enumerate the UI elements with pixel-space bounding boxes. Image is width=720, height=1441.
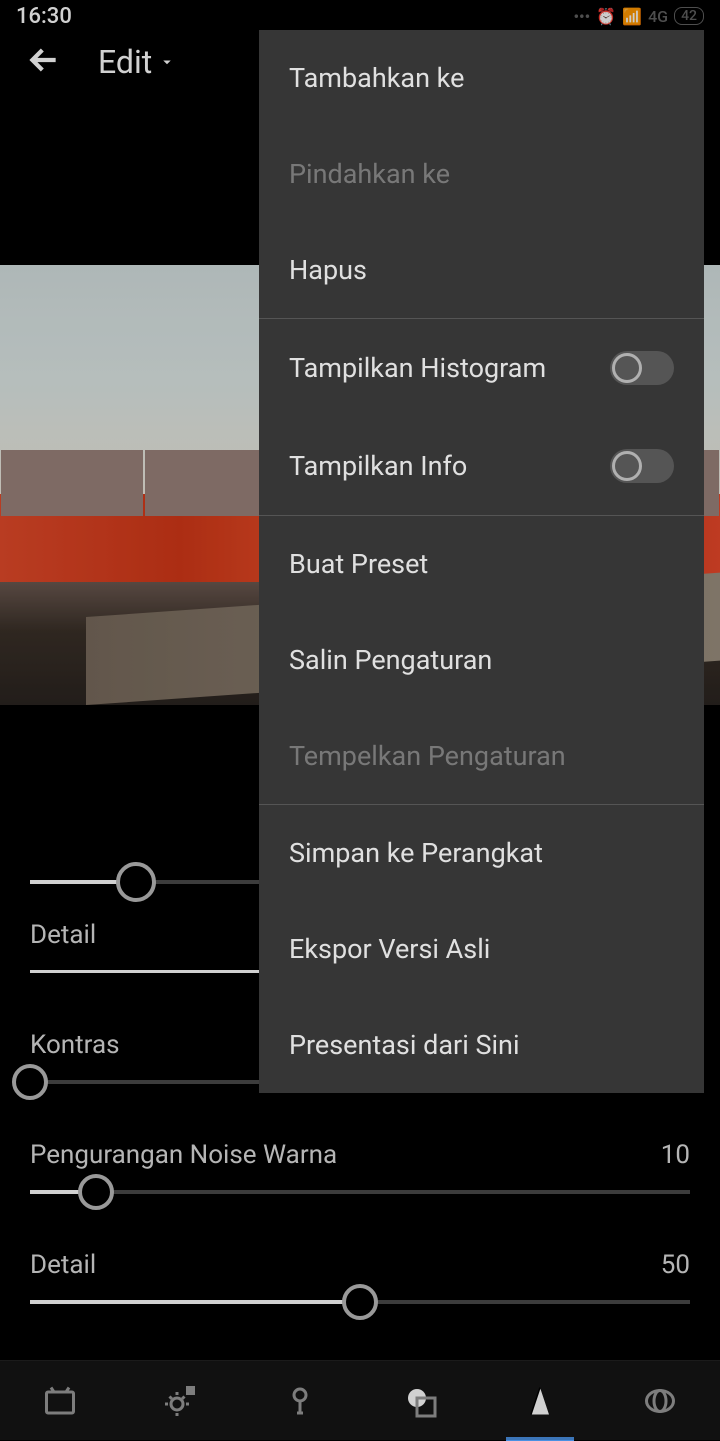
tool-optics[interactable]	[636, 1377, 684, 1425]
detail2-label: Detail	[30, 1250, 96, 1280]
network-label: 4G	[648, 7, 668, 26]
overflow-menu: Tambahkan ke Pindahkan ke Hapus Tampilka…	[259, 30, 704, 1093]
status-right: ••• ⏰ 📶 4G 42	[573, 7, 704, 26]
tool-light[interactable]	[156, 1377, 204, 1425]
back-button[interactable]	[24, 40, 64, 84]
chevron-down-icon	[158, 53, 176, 71]
menu-create-preset[interactable]: Buat Preset	[259, 516, 704, 612]
more-icon: •••	[573, 7, 590, 26]
status-time: 16:30	[16, 4, 72, 29]
status-bar: 16:30 ••• ⏰ 📶 4G 42	[0, 0, 720, 32]
bottom-toolbar	[0, 1360, 720, 1440]
battery-indicator: 42	[674, 7, 704, 25]
menu-export-original[interactable]: Ekspor Versi Asli	[259, 901, 704, 997]
toggle-info[interactable]	[610, 449, 674, 483]
menu-show-info[interactable]: Tampilkan Info	[259, 417, 704, 515]
menu-paste-settings: Tempelkan Pengaturan	[259, 708, 704, 804]
tool-presets[interactable]	[36, 1377, 84, 1425]
detail2-value: 50	[661, 1250, 690, 1280]
signal-icon: 📶	[622, 7, 642, 26]
kontras-label: Kontras	[30, 1030, 120, 1060]
noise-color-label: Pengurangan Noise Warna	[30, 1140, 337, 1170]
tool-color[interactable]	[276, 1377, 324, 1425]
noise-color-value: 10	[661, 1140, 690, 1170]
toggle-histogram[interactable]	[610, 351, 674, 385]
menu-present-from-here[interactable]: Presentasi dari Sini	[259, 997, 704, 1093]
menu-add-to[interactable]: Tambahkan ke	[259, 30, 704, 126]
menu-delete[interactable]: Hapus	[259, 222, 704, 318]
menu-move-to: Pindahkan ke	[259, 126, 704, 222]
slider-detail2[interactable]: Detail 50	[30, 1250, 690, 1350]
menu-save-to-device[interactable]: Simpan ke Perangkat	[259, 805, 704, 901]
slider-noise-color[interactable]: Pengurangan Noise Warna 10	[30, 1140, 690, 1240]
alarm-icon: ⏰	[596, 7, 616, 26]
menu-show-histogram[interactable]: Tampilkan Histogram	[259, 319, 704, 417]
edit-label: Edit	[98, 43, 152, 81]
edit-mode-dropdown[interactable]: Edit	[98, 43, 176, 81]
menu-copy-settings[interactable]: Salin Pengaturan	[259, 612, 704, 708]
tool-effects[interactable]	[396, 1377, 444, 1425]
tool-detail[interactable]	[516, 1377, 564, 1425]
detail-tab-label: Detail	[30, 920, 96, 950]
